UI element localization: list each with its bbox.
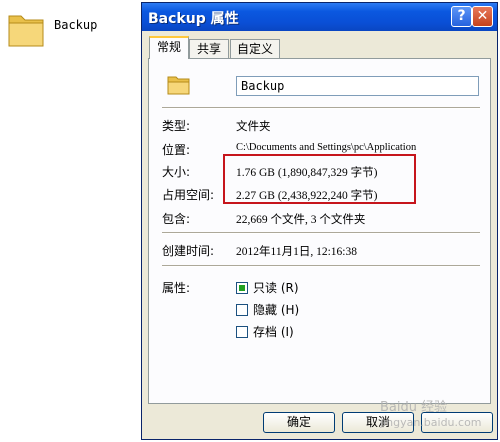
separator [162,107,480,109]
contains-label: 包含: [162,212,191,226]
size-on-disk-value: 2.27 GB (2,438,922,240 字节) [236,190,378,202]
archive-checkbox[interactable] [236,326,248,338]
watermark-sub: jingyan.baidu.com [380,416,482,429]
watermark-text: Baidu 经验 [380,400,448,415]
ok-button[interactable]: 确定 [263,412,335,433]
size-label: 大小: [162,165,191,179]
close-button[interactable]: ✕ [472,6,493,27]
type-value: 文件夹 [236,121,271,133]
location-label: 位置: [162,143,191,157]
size-on-disk-label: 占用空间: [162,188,215,202]
properties-dialog: Backup 属性 ? ✕ 常规 共享 自定义 类型: 文件夹 位置: C:\D… [141,2,498,440]
hidden-checkbox[interactable] [236,304,248,316]
folder-name-input[interactable] [236,76,479,96]
created-label: 创建时间: [162,244,215,258]
archive-label[interactable]: 存档 (I) [253,323,294,340]
created-value: 2012年11月1日, 12:16:38 [236,246,357,258]
tab-general[interactable]: 常规 [149,36,189,59]
desktop-folder-label[interactable]: Backup [54,18,97,32]
hidden-label[interactable]: 隐藏 (H) [253,301,299,318]
readonly-label[interactable]: 只读 (R) [253,279,299,296]
separator [162,265,480,267]
tab-customize[interactable]: 自定义 [230,39,280,58]
separator [162,232,480,234]
readonly-checkbox[interactable] [236,282,248,294]
contains-value: 22,669 个文件, 3 个文件夹 [236,214,366,226]
location-value: C:\Documents and Settings\pc\Application [236,142,417,153]
watermark: Baidu 经验 jingyan.baidu.com [372,388,498,438]
title-bar[interactable]: Backup 属性 ? ✕ [142,3,497,31]
folder-icon[interactable] [6,8,46,50]
window-title: Backup 属性 [148,11,239,27]
size-value: 1.76 GB (1,890,847,329 字节) [236,167,378,179]
folder-icon [167,76,190,95]
tab-sharing[interactable]: 共享 [189,39,229,58]
attributes-label: 属性: [162,281,191,295]
type-label: 类型: [162,119,191,133]
help-button[interactable]: ? [451,6,472,27]
general-panel: 类型: 文件夹 位置: C:\Documents and Settings\pc… [148,58,491,404]
